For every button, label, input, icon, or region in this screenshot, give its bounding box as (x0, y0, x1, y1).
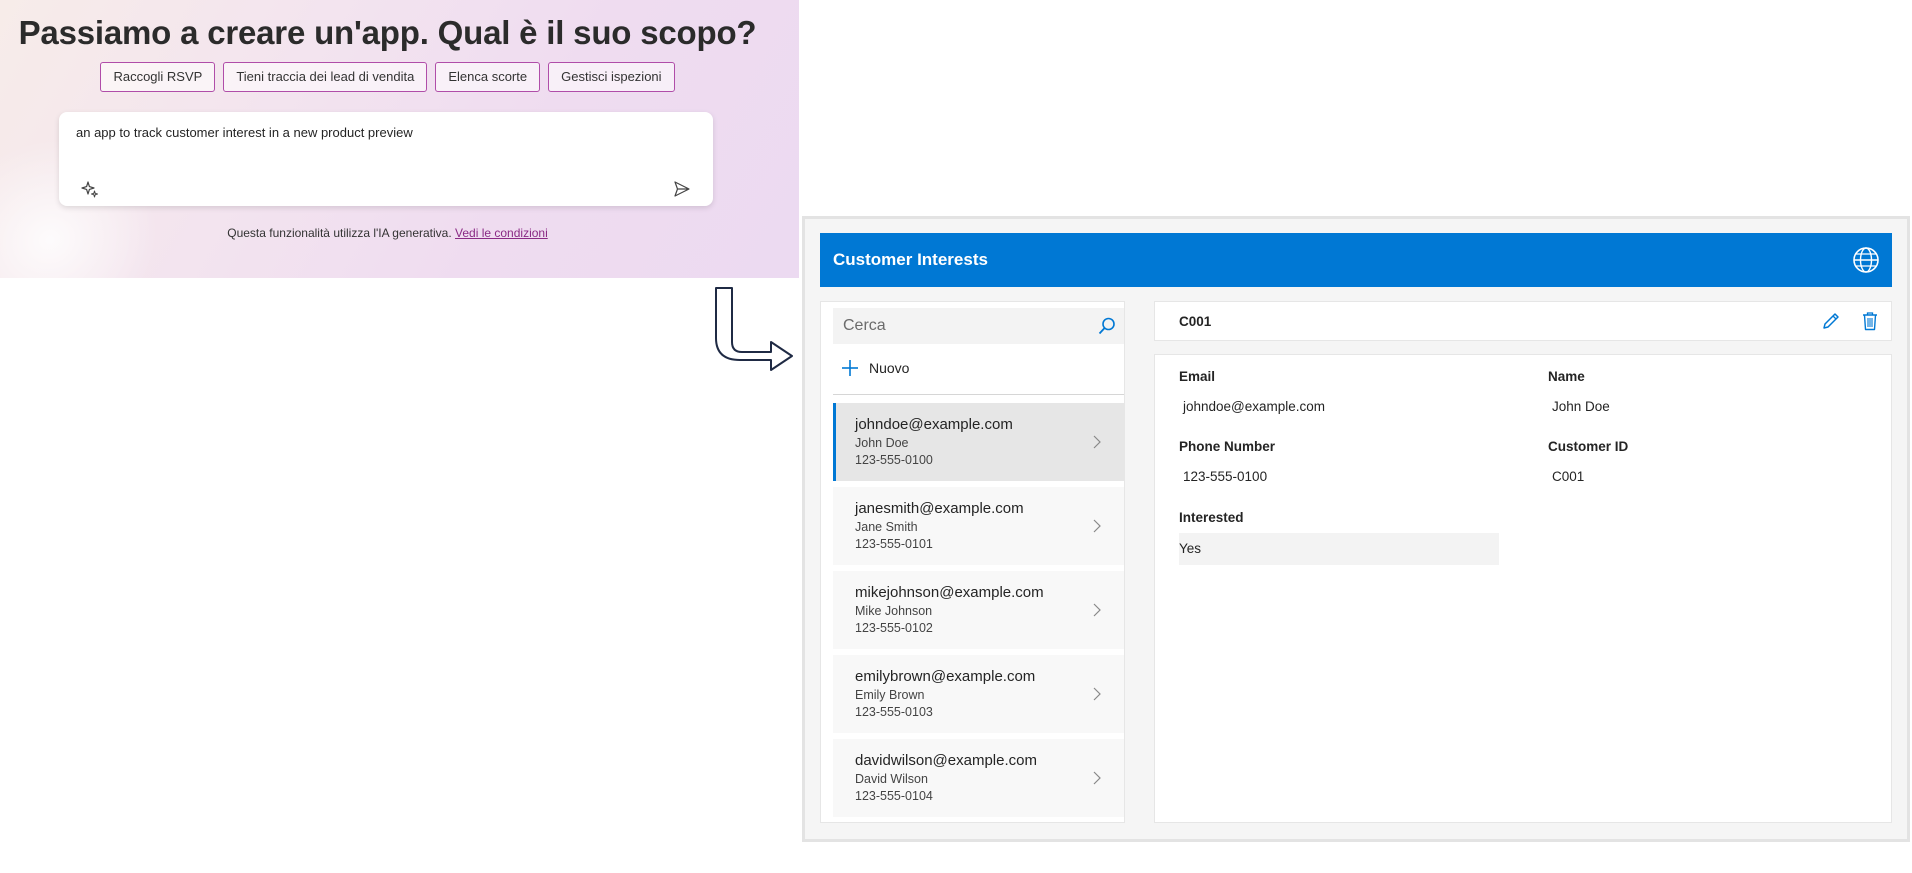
field-label: Email (1179, 369, 1216, 384)
field-label: Interested (1179, 510, 1244, 525)
send-icon[interactable] (673, 180, 691, 198)
customer-list: johndoe@example.com John Doe 123-555-010… (833, 403, 1124, 823)
field-interested: Interested Yes (1179, 510, 1499, 565)
disclaimer-text: Questa funzionalità utilizza l'IA genera… (227, 226, 452, 240)
item-email: janesmith@example.com (855, 500, 1024, 517)
arrow-icon (715, 287, 793, 371)
detail-form: Email johndoe@example.com Name John Doe … (1154, 354, 1892, 823)
terms-link[interactable]: Vedi le condizioni (455, 226, 548, 240)
record-id: C001 (1179, 314, 1212, 329)
item-phone: 123-555-0101 (855, 537, 933, 551)
prompt-input-box[interactable]: an app to track customer interest in a n… (59, 112, 713, 206)
detail-header: C001 (1154, 301, 1892, 341)
prompt-panel: Passiamo a creare un'app. Qual è il suo … (0, 0, 799, 278)
field-value: Yes (1179, 533, 1499, 565)
item-email: mikejohnson@example.com (855, 584, 1044, 601)
edit-icon[interactable] (1821, 311, 1841, 331)
chip-rsvp[interactable]: Raccogli RSVP (100, 62, 216, 92)
chevron-right-icon (1093, 687, 1101, 701)
item-name: Emily Brown (855, 688, 925, 702)
globe-icon[interactable] (1852, 246, 1880, 274)
chevron-right-icon (1093, 603, 1101, 617)
chevron-right-icon (1093, 771, 1101, 785)
divider (833, 394, 1124, 395)
field-value: John Doe (1552, 399, 1610, 414)
chip-sales-leads[interactable]: Tieni traccia dei lead di vendita (223, 62, 428, 92)
item-email: johndoe@example.com (855, 416, 1013, 433)
list-item[interactable]: johndoe@example.com John Doe 123-555-010… (833, 403, 1124, 481)
list-item[interactable]: mikejohnson@example.com Mike Johnson 123… (833, 571, 1124, 649)
search-input[interactable] (833, 308, 1083, 344)
suggestion-chips: Raccogli RSVP Tieni traccia dei lead di … (0, 62, 775, 92)
chevron-right-icon (1093, 519, 1101, 533)
new-button-label: Nuovo (869, 360, 910, 376)
field-label: Phone Number (1179, 439, 1276, 454)
plus-icon (842, 360, 858, 376)
search-box (833, 308, 1124, 344)
disclaimer: Questa funzionalità utilizza l'IA genera… (0, 226, 775, 240)
field-value: johndoe@example.com (1183, 399, 1326, 414)
field-value: C001 (1552, 469, 1585, 484)
item-phone: 123-555-0100 (855, 453, 933, 467)
list-item[interactable]: davidwilson@example.com David Wilson 123… (833, 739, 1124, 817)
chevron-right-icon (1093, 435, 1101, 449)
item-phone: 123-555-0104 (855, 789, 933, 803)
prompt-title: Passiamo a creare un'app. Qual è il suo … (18, 14, 757, 51)
field-value: 123-555-0100 (1183, 469, 1268, 484)
item-email: emilybrown@example.com (855, 668, 1036, 685)
customer-list-pane: Nuovo johndoe@example.com John Doe 123-5… (820, 301, 1125, 823)
field-email: Email johndoe@example.com (1179, 369, 1499, 414)
item-phone: 123-555-0102 (855, 621, 933, 635)
field-phone: Phone Number 123-555-0100 (1179, 439, 1499, 484)
field-label: Name (1548, 369, 1585, 384)
chip-inventory[interactable]: Elenca scorte (435, 62, 541, 92)
item-name: Jane Smith (855, 520, 918, 534)
delete-icon[interactable] (1861, 311, 1879, 331)
field-customer-id: Customer ID C001 (1548, 439, 1868, 484)
field-name: Name John Doe (1548, 369, 1868, 414)
item-phone: 123-555-0103 (855, 705, 933, 719)
item-name: David Wilson (855, 772, 928, 786)
prompt-input[interactable]: an app to track customer interest in a n… (76, 125, 413, 140)
item-name: John Doe (855, 436, 909, 450)
item-email: davidwilson@example.com (855, 752, 1037, 769)
field-label: Customer ID (1548, 439, 1629, 454)
chip-inspections[interactable]: Gestisci ispezioni (548, 62, 675, 92)
app-preview: Customer Interests Nuovo (802, 216, 1910, 842)
new-button[interactable]: Nuovo (841, 356, 909, 380)
app-title: Customer Interests (833, 250, 988, 269)
item-name: Mike Johnson (855, 604, 933, 618)
app-header: Customer Interests (820, 233, 1892, 287)
search-icon[interactable] (1098, 317, 1116, 335)
list-item[interactable]: janesmith@example.com Jane Smith 123-555… (833, 487, 1124, 565)
list-item[interactable]: emilybrown@example.com Emily Brown 123-5… (833, 655, 1124, 733)
sparkle-icon[interactable] (81, 180, 99, 198)
